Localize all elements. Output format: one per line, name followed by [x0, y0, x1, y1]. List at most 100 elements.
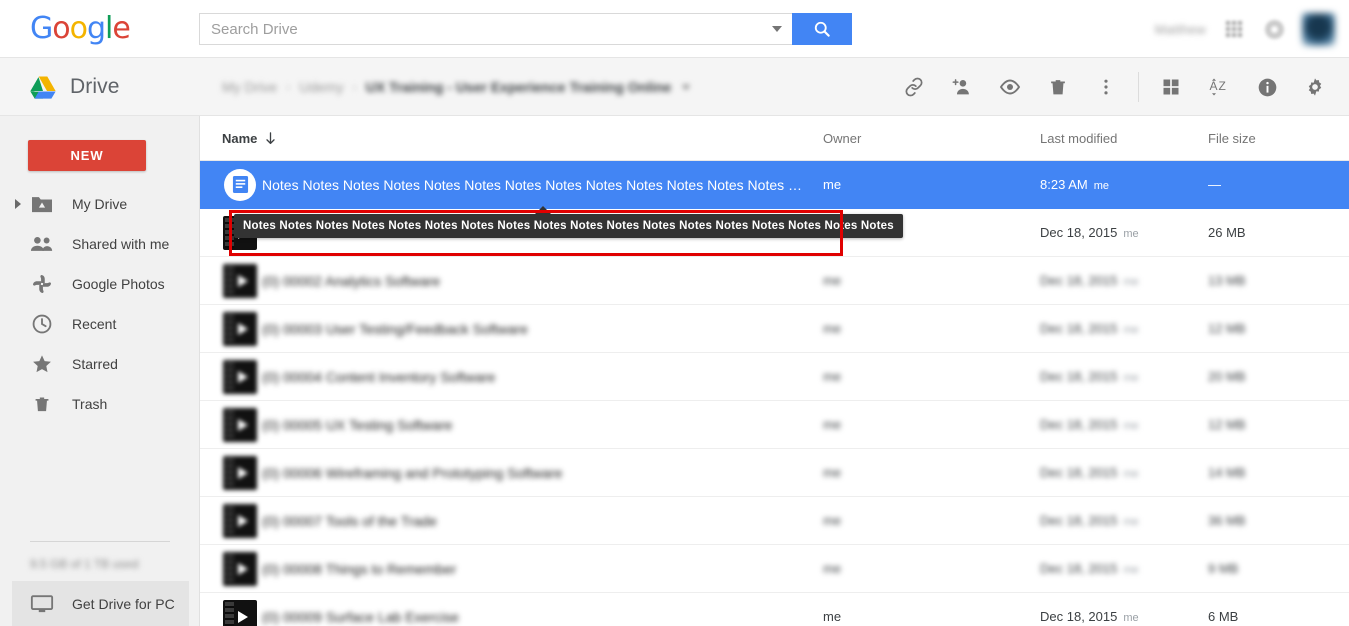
details-button[interactable] — [1243, 58, 1291, 116]
file-name: (0) 00003 User Testing/Feedback Software — [262, 320, 528, 337]
file-icon-wrap — [222, 455, 258, 491]
monitor-icon — [30, 592, 54, 616]
file-size: 14 MB — [1208, 465, 1246, 480]
file-modified-by: me — [1123, 324, 1139, 336]
sort-arrow-down-icon — [266, 131, 276, 144]
file-size: 13 MB — [1208, 273, 1246, 288]
search-input-container[interactable] — [199, 13, 792, 45]
google-doc-icon — [224, 168, 256, 201]
sidebar-item-starred[interactable]: Starred — [0, 344, 200, 384]
sidebar-item-shared-with-me[interactable]: Shared with me — [0, 224, 200, 264]
remove-button[interactable] — [1034, 58, 1082, 116]
sidebar: NEW My Drive Shared with me Google Photo… — [0, 116, 200, 626]
photos-pinwheel-icon — [30, 272, 54, 296]
table-row[interactable]: (0) 00009 Surface Lab Exercise me Dec 18… — [200, 593, 1349, 626]
sort-button[interactable]: A Z — [1195, 58, 1243, 116]
tooltip-arrow — [535, 206, 551, 214]
sidebar-item-label: Shared with me — [72, 236, 170, 252]
file-owner: me — [823, 273, 842, 288]
share-button[interactable] — [938, 58, 986, 116]
avatar[interactable] — [1302, 12, 1335, 46]
file-icon-wrap — [222, 311, 258, 347]
table-row[interactable]: (0) 00005 UX Testing Software me Dec 18,… — [200, 401, 1349, 449]
file-owner: me — [823, 609, 842, 624]
video-thumbnail — [223, 311, 257, 346]
clock-icon — [30, 312, 54, 336]
drive-home-link[interactable]: Drive — [30, 58, 120, 116]
logo-letter: g — [86, 11, 106, 46]
file-modified: Dec 18, 2015 me — [1040, 465, 1139, 480]
account-user-label: Matthew — [1154, 21, 1206, 37]
file-size: 12 MB — [1208, 321, 1246, 336]
breadcrumb-chevron-down-icon[interactable] — [682, 84, 691, 90]
file-icon-wrap — [222, 551, 258, 587]
table-row[interactable]: (0) 00008 Things to Remember me Dec 18, … — [200, 545, 1349, 593]
column-header-name[interactable]: Name — [222, 116, 277, 161]
breadcrumb-item-udemy[interactable]: Udemy — [299, 79, 343, 95]
file-modified-by: me — [1123, 612, 1139, 624]
file-modified: Dec 18, 2015 me — [1040, 321, 1139, 336]
table-row[interactable]: Notes Notes Notes Notes Notes Notes Note… — [200, 161, 1349, 209]
search-input[interactable] — [211, 15, 772, 43]
table-row[interactable]: (0) 00007 Tools of the Trade me Dec 18, … — [200, 497, 1349, 545]
sidebar-item-trash[interactable]: Trash — [0, 384, 200, 424]
search-options-caret-down-icon[interactable] — [772, 26, 782, 32]
file-modified-date: Dec 18, 2015 — [1040, 225, 1118, 240]
trash-icon — [1051, 80, 1065, 95]
settings-button[interactable] — [1291, 58, 1339, 116]
link-icon — [905, 77, 923, 97]
file-icon-wrap — [222, 407, 258, 443]
more-actions-button[interactable] — [1082, 58, 1130, 116]
file-size: 36 MB — [1208, 513, 1246, 528]
sidebar-item-my-drive[interactable]: My Drive — [0, 184, 200, 224]
column-header-last-modified[interactable]: Last modified — [1040, 116, 1117, 161]
column-header-file-size[interactable]: File size — [1208, 116, 1256, 161]
column-header-owner[interactable]: Owner — [823, 116, 861, 161]
file-modified-by: me — [1123, 516, 1139, 528]
table-row[interactable]: (0) 00003 User Testing/Feedback Software… — [200, 305, 1349, 353]
sidebar-item-recent[interactable]: Recent — [0, 304, 200, 344]
apps-grid-icon[interactable] — [1222, 17, 1246, 41]
search-submit-button[interactable] — [792, 13, 852, 45]
sort-az-icon: A Z — [1210, 78, 1226, 96]
breadcrumb-item-my-drive[interactable]: My Drive — [222, 79, 277, 95]
file-name-tooltip: Notes Notes Notes Notes Notes Notes Note… — [234, 214, 903, 238]
file-size: — — [1208, 177, 1221, 192]
global-top-bar: Google Matthew — [0, 0, 1349, 58]
get-drive-for-pc-button[interactable]: Get Drive for PC — [12, 581, 189, 626]
file-owner: me — [823, 177, 842, 192]
expand-my-drive-caret-right-icon[interactable] — [15, 199, 21, 209]
video-thumbnail — [223, 455, 257, 490]
table-row[interactable]: (0) 00006 Wireframing and Prototyping So… — [200, 449, 1349, 497]
sidebar-item-google-photos[interactable]: Google Photos — [0, 264, 200, 304]
people-icon — [30, 232, 54, 256]
file-modified-by: me — [1123, 228, 1139, 240]
table-row[interactable]: (0) 00002 Analytics Software me Dec 18, … — [200, 257, 1349, 305]
logo-letter: G — [30, 11, 53, 46]
google-logo[interactable]: Google — [30, 11, 131, 46]
drive-logo-icon — [30, 76, 56, 99]
breadcrumb-item-current[interactable]: UX Training - User Experience Training O… — [366, 79, 672, 95]
video-thumbnail — [223, 551, 257, 586]
file-owner: me — [823, 513, 842, 528]
file-modified-date: 8:23 AM — [1040, 177, 1088, 192]
breadcrumb-separator: › — [286, 80, 291, 94]
add-person-icon — [952, 79, 969, 95]
search-icon — [814, 21, 830, 37]
preview-button[interactable] — [986, 58, 1034, 116]
column-header-owner-label: Owner — [823, 131, 862, 146]
new-button[interactable]: NEW — [28, 140, 146, 171]
file-modified: Dec 18, 2015 me — [1040, 561, 1139, 576]
file-owner: me — [823, 465, 842, 480]
file-modified: Dec 18, 2015 me — [1040, 225, 1139, 240]
bell-icon[interactable] — [1262, 17, 1286, 41]
file-modified-by: me — [1123, 564, 1139, 576]
video-thumbnail — [223, 599, 257, 626]
drive-app-window: Google Matthew — [0, 0, 1349, 626]
file-modified: Dec 18, 2015 me — [1040, 513, 1139, 528]
sidebar-item-label: Starred — [72, 356, 118, 372]
get-link-button[interactable] — [890, 58, 938, 116]
file-modified: Dec 18, 2015 me — [1040, 273, 1139, 288]
grid-view-button[interactable] — [1147, 58, 1195, 116]
table-row[interactable]: (0) 00004 Content Inventory Software me … — [200, 353, 1349, 401]
